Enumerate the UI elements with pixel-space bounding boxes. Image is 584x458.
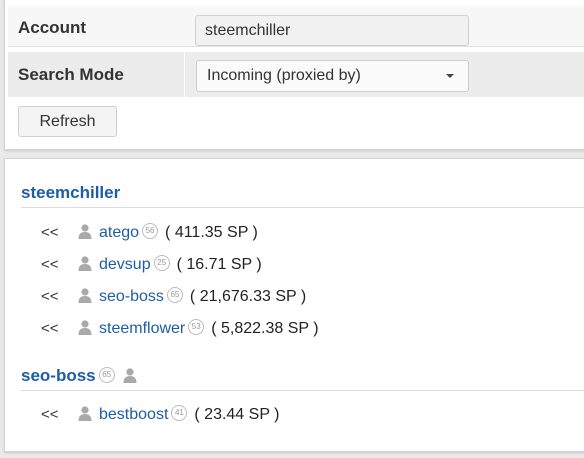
- search-mode-value: Incoming (proxied by): [207, 67, 361, 84]
- user-icon: [77, 287, 93, 303]
- incoming-arrow: <<: [41, 224, 59, 241]
- user-icon: [77, 319, 93, 335]
- chevron-down-icon: [446, 74, 454, 78]
- user-icon: [77, 223, 93, 239]
- account-row: Account: [8, 6, 584, 47]
- row-divider: [184, 52, 185, 97]
- group-account-link[interactable]: seo-boss: [21, 366, 96, 385]
- user-icon: [77, 255, 93, 271]
- user-icon: [122, 367, 138, 383]
- incoming-arrow: <<: [41, 320, 59, 337]
- reputation-badge: 65: [98, 366, 115, 383]
- proxy-account-link[interactable]: devsup: [99, 256, 151, 273]
- group-header: steemchiller: [21, 181, 584, 208]
- search-mode-row: Search Mode Incoming (proxied by): [8, 52, 584, 97]
- steem-power-value: ( 16.71 SP ): [176, 256, 262, 273]
- group-header: seo-boss 65: [21, 364, 584, 391]
- incoming-arrow: <<: [41, 256, 59, 273]
- search-mode-label: Search Mode: [18, 65, 124, 84]
- proxy-entry: << seo-boss 65 ( 21,676.33 SP ): [41, 285, 306, 309]
- proxy-account-link[interactable]: bestboost: [99, 406, 168, 423]
- results-panel: steemchiller << atego 56 ( 411.35 SP ) << devs…: [4, 158, 584, 452]
- proxy-account-link[interactable]: atego: [99, 224, 139, 241]
- steem-power-value: ( 23.44 SP ): [194, 406, 280, 423]
- proxy-entry: << steemflower 53 ( 5,822.38 SP ): [41, 317, 319, 341]
- steem-power-value: ( 411.35 SP ): [165, 224, 258, 241]
- proxy-account-link[interactable]: steemflower: [99, 320, 185, 337]
- search-mode-select[interactable]: Incoming (proxied by): [196, 60, 469, 92]
- refresh-button[interactable]: Refresh: [18, 106, 117, 137]
- proxy-entry: << atego 56 ( 411.35 SP ): [41, 221, 258, 245]
- reputation-badge: 65: [166, 286, 183, 303]
- steem-power-value: ( 21,676.33 SP ): [189, 288, 307, 305]
- account-label: Account: [18, 18, 86, 37]
- reputation-badge: 53: [188, 318, 205, 335]
- incoming-arrow: <<: [41, 406, 59, 423]
- proxy-entry: << bestboost 41 ( 23.44 SP ): [41, 403, 279, 427]
- group-account-link[interactable]: steemchiller: [21, 183, 120, 202]
- reputation-badge: 25: [153, 254, 170, 271]
- proxy-account-link[interactable]: seo-boss: [99, 288, 164, 305]
- steem-power-value: ( 5,822.38 SP ): [211, 320, 319, 337]
- reputation-badge: 56: [142, 222, 159, 239]
- search-form-panel: Account Search Mode Incoming (proxied by…: [4, 0, 584, 150]
- user-icon: [77, 405, 93, 421]
- incoming-arrow: <<: [41, 288, 59, 305]
- reputation-badge: 41: [171, 404, 188, 421]
- account-input[interactable]: [195, 15, 469, 46]
- proxy-entry: << devsup 25 ( 16.71 SP ): [41, 253, 262, 277]
